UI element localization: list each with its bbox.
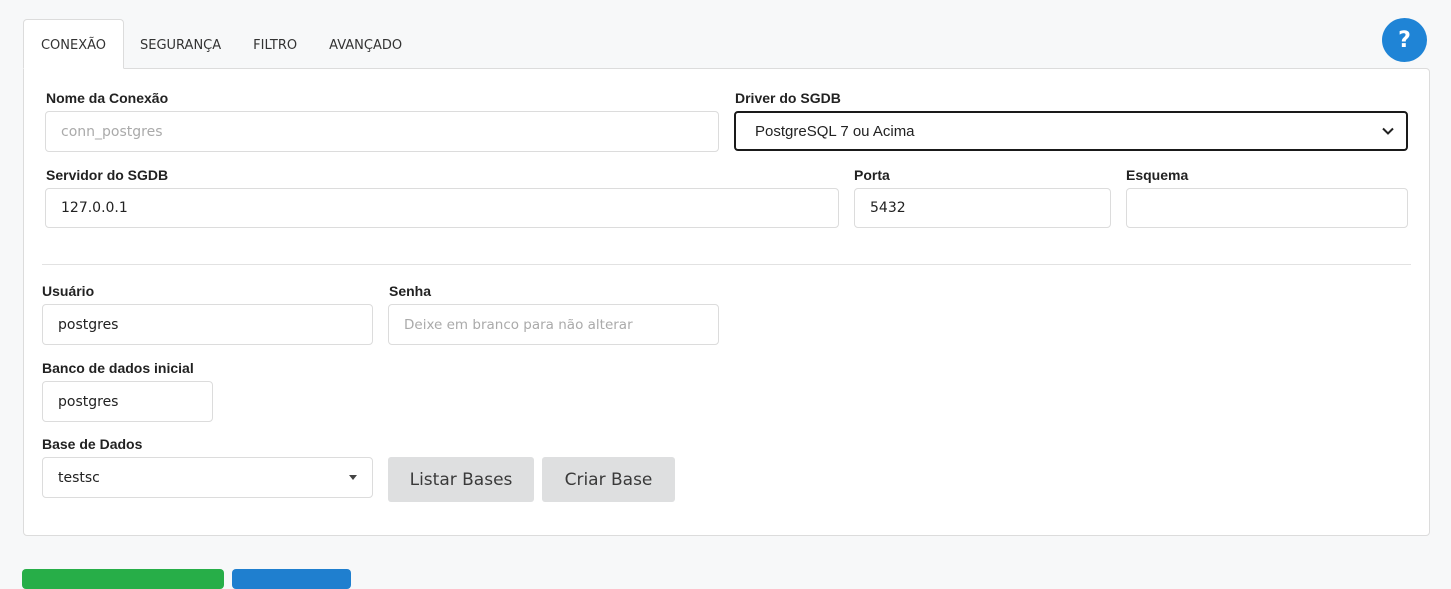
help-button[interactable]: ? — [1382, 18, 1427, 62]
initial-db-input[interactable]: postgres — [42, 381, 213, 422]
driver-label: Driver do SGDB — [735, 90, 841, 106]
tab-conexao[interactable]: CONEXÃO — [23, 19, 124, 69]
initial-db-label: Banco de dados inicial — [42, 360, 194, 376]
database-select-value: testsc — [58, 469, 100, 486]
port-input[interactable]: 5432 — [854, 188, 1111, 228]
connection-name-input[interactable]: conn_postgres — [45, 111, 719, 152]
database-select[interactable]: testsc — [42, 457, 373, 498]
tab-seguranca[interactable]: SEGURANÇA — [124, 19, 237, 69]
server-input[interactable]: 127.0.0.1 — [45, 188, 839, 228]
password-label: Senha — [389, 283, 432, 299]
schema-label: Esquema — [1126, 167, 1189, 183]
tab-filtro[interactable]: FILTRO — [237, 19, 313, 69]
chevron-down-icon — [1382, 127, 1394, 135]
driver-select-value: PostgreSQL 7 ou Acima — [755, 122, 915, 140]
connection-name-label: Nome da Conexão — [46, 90, 169, 106]
save-button[interactable] — [22, 569, 224, 589]
section-divider — [42, 264, 1411, 265]
database-label: Base de Dados — [42, 436, 143, 452]
tab-avancado[interactable]: AVANÇADO — [313, 19, 418, 69]
create-base-button[interactable]: Criar Base — [542, 457, 675, 502]
list-bases-button[interactable]: Listar Bases — [388, 457, 534, 502]
user-input[interactable]: postgres — [42, 304, 373, 345]
tab-bar: CONEXÃO SEGURANÇA FILTRO AVANÇADO — [23, 19, 418, 69]
secondary-action-button[interactable] — [232, 569, 351, 589]
user-label: Usuário — [42, 283, 95, 299]
password-input[interactable]: Deixe em branco para não alterar — [388, 304, 719, 345]
server-label: Servidor do SGDB — [46, 167, 169, 183]
caret-down-icon — [349, 475, 357, 480]
port-label: Porta — [854, 167, 890, 183]
schema-input[interactable] — [1126, 188, 1408, 228]
driver-select[interactable]: PostgreSQL 7 ou Acima — [734, 111, 1408, 151]
question-icon: ? — [1398, 27, 1411, 53]
